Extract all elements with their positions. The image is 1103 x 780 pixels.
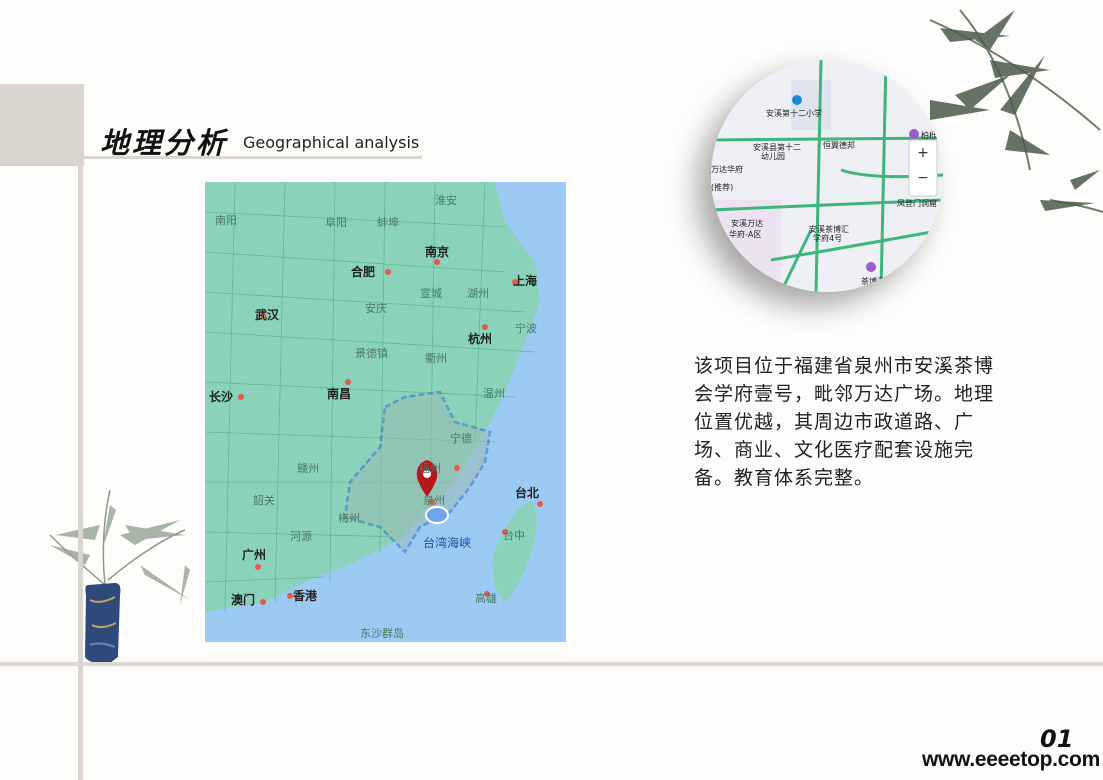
svg-text:南阳: 南阳 (215, 214, 237, 227)
svg-text:湖州: 湖州 (467, 287, 489, 300)
map-label-changsha: 长沙 (209, 389, 233, 404)
map-label-shanghai: 上海 (513, 273, 537, 288)
map-label-macau: 澳门 (231, 592, 255, 607)
svg-text:梅州: 梅州 (338, 511, 360, 525)
svg-text:赣州: 赣州 (297, 461, 319, 475)
svg-text:凤登门洞窟: 凤登门洞窟 (897, 198, 937, 208)
map-label-guangzhou: 广州 (242, 547, 266, 562)
svg-text:淮安: 淮安 (435, 193, 457, 207)
map-label-taipei: 台北 (515, 485, 539, 500)
svg-text:温州: 温州 (483, 387, 505, 400)
page-title: 地理分析 (100, 126, 229, 160)
project-description: 该项目位于福建省泉州市安溪茶博会学府壹号，毗邻万达广场。地理位置优越，其周边市政… (694, 355, 995, 489)
left-vertical-rule (78, 166, 83, 780)
svg-text:万达华府: 万达华府 (711, 164, 743, 174)
page-subtitle: Geographical analysis (243, 133, 420, 152)
svg-text:福州: 福州 (419, 461, 441, 475)
svg-text:河源: 河源 (290, 529, 312, 543)
svg-text:宁德: 宁德 (450, 431, 472, 445)
svg-text:泉州: 泉州 (423, 493, 445, 507)
svg-text:景德镇: 景德镇 (355, 346, 388, 360)
svg-text:东沙群岛: 东沙群岛 (360, 626, 404, 640)
map-label-wuhan: 武汉 (255, 307, 280, 322)
svg-text:安溪万达: 安溪万达 (731, 218, 763, 228)
zoom-out-button[interactable]: − (911, 170, 935, 190)
map-label-nanjing: 南京 (425, 244, 449, 259)
svg-text:高雄: 高雄 (475, 591, 497, 605)
svg-text:恒翼德邦: 恒翼德邦 (823, 140, 855, 150)
website-watermark: www.eeeetop.com (922, 748, 1100, 771)
map-label-strait: 台湾海峡 (423, 535, 471, 550)
svg-text:韶关: 韶关 (253, 493, 275, 507)
vase-bamboo-decoration (49, 489, 190, 664)
svg-text:台中: 台中 (503, 528, 525, 542)
svg-text:衢州: 衢州 (425, 352, 447, 365)
bottom-horizontal-rule (0, 662, 1103, 666)
map-label-hongkong: 香港 (292, 588, 318, 603)
map-label-hefei: 合肥 (351, 264, 375, 279)
svg-text:安庆: 安庆 (365, 301, 387, 315)
svg-text:安溪第十二小学: 安溪第十二小学 (766, 108, 822, 118)
svg-text:学府4号: 学府4号 (813, 233, 842, 243)
map-label-nanchang: 南昌 (327, 386, 351, 401)
svg-text:(推荐): (推荐) (711, 182, 733, 192)
street-map-inset: 安溪第十二小学 安溪县第十二 幼儿园 恒翼德邦 万达华府 (推荐) 安溪万达 华… (711, 60, 943, 292)
svg-text:阜阳: 阜阳 (325, 216, 347, 229)
svg-text:华府-A区: 华府-A区 (729, 229, 761, 239)
regional-map: 南京 上海 合肥 武汉 杭州 南昌 长沙 广州 香港 澳门 台北 淮安 南阳 阜… (205, 182, 566, 642)
svg-text:安溪县第十二: 安溪县第十二 (753, 142, 801, 152)
zoom-in-button[interactable]: + (911, 145, 935, 165)
svg-text:茶博汇: 茶博汇 (861, 276, 885, 286)
svg-text:安溪茶博汇: 安溪茶博汇 (809, 224, 849, 234)
svg-text:幼儿园: 幼儿园 (761, 151, 785, 161)
svg-text:宣城: 宣城 (420, 286, 442, 300)
map-label-hangzhou: 杭州 (468, 331, 492, 346)
svg-text:宁波: 宁波 (515, 321, 537, 335)
svg-text:蚌埠: 蚌埠 (377, 215, 399, 229)
header-accent-block (0, 84, 84, 166)
